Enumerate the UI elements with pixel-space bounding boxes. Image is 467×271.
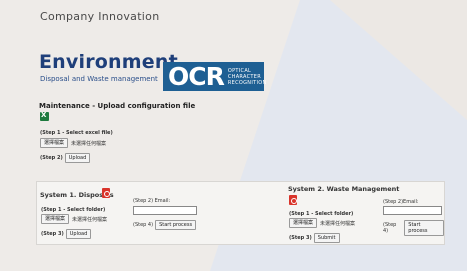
system1-start-process-button[interactable]: Start process bbox=[155, 220, 197, 230]
system2-choose-file-button[interactable]: 選擇檔案 bbox=[289, 218, 318, 228]
system1-no-file-text: 未選擇任何檔案 bbox=[72, 216, 108, 223]
system1-pdf-icon[interactable] bbox=[102, 188, 110, 198]
system1-step3-row: (Step 3) Upload bbox=[41, 229, 92, 239]
ocr-logo-line3: RECOGNITION bbox=[227, 79, 267, 86]
system1-choose-file-button[interactable]: 選擇檔案 bbox=[41, 214, 70, 224]
system2-title: System 2. Waste Management bbox=[288, 185, 400, 193]
excel-icon[interactable] bbox=[40, 111, 49, 121]
system2-submit-button[interactable]: Submit bbox=[313, 233, 340, 243]
system1-file-row: 選擇檔案 未選擇任何檔案 bbox=[41, 214, 107, 224]
maintenance-step1-label: (Step 1 - Select excel file) bbox=[40, 130, 113, 136]
system2-file-row: 選擇檔案 未選擇任何檔案 bbox=[289, 218, 355, 228]
company-name: Company Innovation bbox=[40, 10, 160, 23]
system1-email-input[interactable] bbox=[133, 206, 197, 215]
maintenance-step2-row: (Step 2) Upload bbox=[40, 153, 91, 163]
maintenance-choose-file-button[interactable]: 選擇檔案 bbox=[40, 138, 69, 148]
maintenance-upload-button[interactable]: Upload bbox=[64, 153, 91, 163]
system2-step4-label: (Step 4) bbox=[383, 222, 397, 234]
system1-upload-button[interactable]: Upload bbox=[65, 229, 92, 239]
system2-start-process-button[interactable]: Start process bbox=[404, 220, 444, 236]
system1-step1-label: (Step 1 - Select folder) bbox=[41, 207, 106, 213]
system2-pdf-icon[interactable] bbox=[289, 195, 297, 205]
ocr-logo-caption: OPTICAL CHARACTER RECOGNITION bbox=[224, 68, 267, 86]
system1-step3-label: (Step 3) bbox=[41, 231, 64, 237]
system2-step1-label: (Step 1 - Select folder) bbox=[289, 211, 354, 217]
maintenance-file-row: 選擇檔案 未選擇任何檔案 bbox=[40, 138, 106, 148]
ocr-logo: OCR OPTICAL CHARACTER RECOGNITION bbox=[163, 62, 267, 91]
page-subtitle: Disposal and Waste management bbox=[40, 75, 158, 83]
system1-step2-label: (Step 2) Email: bbox=[133, 198, 171, 204]
system2-step4-row: (Step 4) Start process bbox=[383, 220, 444, 236]
system2-step2-label: (Step 2)Email: bbox=[383, 199, 419, 205]
system2-step3-row: (Step 3) Submit bbox=[289, 233, 340, 243]
system1-step4-label: (Step 4) bbox=[133, 222, 154, 228]
systems-panel: System 1. Disposals (Step 1 - Select fol… bbox=[36, 181, 445, 245]
system1-step4-row: (Step 4) Start process bbox=[133, 220, 197, 230]
system2-step3-label: (Step 3) bbox=[289, 235, 312, 241]
maintenance-step2-label: (Step 2) bbox=[40, 155, 63, 161]
system2-no-file-text: 未選擇任何檔案 bbox=[320, 220, 356, 227]
ocr-logo-text: OCR bbox=[168, 62, 225, 91]
system2-email-input[interactable] bbox=[383, 206, 442, 215]
maintenance-no-file-text: 未選擇任何檔案 bbox=[71, 140, 107, 147]
maintenance-title: Maintenance - Upload configuration file bbox=[39, 102, 196, 110]
page-title: Environment bbox=[39, 51, 178, 73]
